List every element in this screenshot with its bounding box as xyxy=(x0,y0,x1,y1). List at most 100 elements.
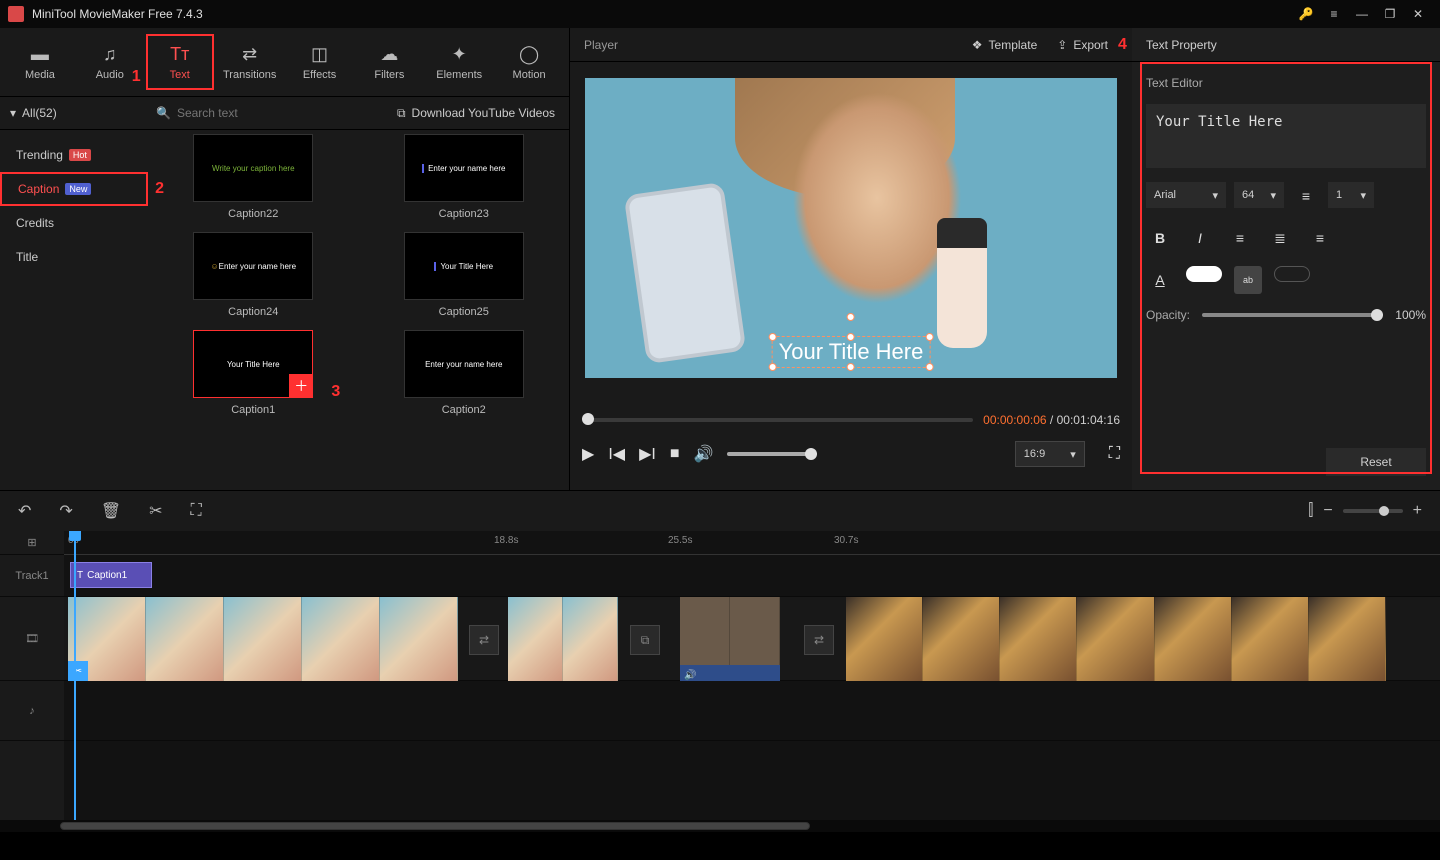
video-clip-3[interactable]: 🔊 xyxy=(680,597,780,681)
chevron-down-icon: ▾ xyxy=(1360,189,1366,202)
zoom-out-button[interactable]: − xyxy=(1323,502,1332,520)
highlight-color-swatch[interactable] xyxy=(1274,266,1310,282)
video-clip-1[interactable]: ✂ xyxy=(68,597,458,681)
transition-slot-3[interactable]: ⇄ xyxy=(804,625,834,655)
seek-slider[interactable] xyxy=(582,418,973,422)
tab-transitions[interactable]: ⇄Transitions xyxy=(216,34,284,90)
line-height-dropdown[interactable]: 1▾ xyxy=(1328,182,1374,208)
italic-button[interactable]: I xyxy=(1186,224,1214,252)
transitions-icon: ⇄ xyxy=(242,44,257,65)
stop-button[interactable]: ■ xyxy=(670,445,680,463)
opacity-slider[interactable] xyxy=(1202,313,1383,317)
highlight-button[interactable]: ab xyxy=(1234,266,1262,294)
close-button[interactable]: ✕ xyxy=(1404,0,1432,28)
thumb-caption23[interactable]: Enter your name hereCaption23 xyxy=(379,134,550,220)
transition-slot-2[interactable]: ⧉ xyxy=(630,625,660,655)
chevron-down-icon: ▾ xyxy=(1070,448,1076,461)
download-youtube-link[interactable]: ⧉Download YouTube Videos xyxy=(383,106,569,121)
maximize-button[interactable]: ❐ xyxy=(1376,0,1404,28)
thumb-caption24[interactable]: ☺ Enter your name hereCaption24 xyxy=(168,232,339,318)
play-button[interactable]: ▶ xyxy=(582,444,594,464)
video-clip-2[interactable] xyxy=(508,597,618,681)
text-editor-label: Text Editor xyxy=(1146,76,1426,90)
transition-slot-1[interactable]: ⇄ xyxy=(469,625,499,655)
audio-badge-icon: 🔊 xyxy=(684,670,696,681)
template-button[interactable]: ❖Template xyxy=(962,38,1047,52)
redo-button[interactable]: ↷ xyxy=(59,501,72,521)
category-trending[interactable]: TrendingHot xyxy=(0,138,148,172)
text-input[interactable]: Your Title Here xyxy=(1146,104,1426,168)
align-right-button[interactable]: ≡ xyxy=(1306,224,1334,252)
fit-zoom-button[interactable]: ⫿ xyxy=(1308,502,1313,520)
caption-clip[interactable]: TCaption1 xyxy=(70,562,152,588)
category-credits[interactable]: Credits xyxy=(0,206,148,240)
category-caption[interactable]: CaptionNew2 xyxy=(0,172,148,206)
next-frame-button[interactable]: ▶I xyxy=(639,444,656,464)
volume-icon[interactable]: 🔊 xyxy=(693,444,713,464)
fullscreen-button[interactable]: ⛶ xyxy=(1109,445,1120,463)
font-dropdown[interactable]: Arial▾ xyxy=(1146,182,1226,208)
undo-button[interactable]: ↶ xyxy=(18,501,31,521)
annotation-3: 3 xyxy=(331,383,340,401)
video-track-icon: 🎞 xyxy=(0,597,64,681)
thumb-caption25[interactable]: Your Title HereCaption25 xyxy=(379,232,550,318)
audio-track-icon: ♪ xyxy=(0,681,64,741)
video-clip-4[interactable] xyxy=(846,597,1386,681)
export-button[interactable]: ⇪Export xyxy=(1047,38,1118,52)
tab-filters[interactable]: ☁Filters xyxy=(355,34,423,90)
add-caption-button[interactable]: ＋ xyxy=(289,374,313,398)
tab-text[interactable]: 1TᴛText xyxy=(146,34,214,90)
split-badge-icon: ✂ xyxy=(68,661,88,681)
thumb-caption1[interactable]: Your Title Here ＋ 3 Caption1 xyxy=(168,330,339,416)
prev-frame-button[interactable]: I◀ xyxy=(608,444,625,464)
tab-motion[interactable]: ◯Motion xyxy=(495,34,563,90)
audio-track[interactable] xyxy=(64,681,1440,741)
tab-media[interactable]: ▬Media xyxy=(6,34,74,90)
text-overlay[interactable]: Your Title Here xyxy=(772,336,931,368)
zoom-in-button[interactable]: + xyxy=(1413,502,1422,520)
aspect-dropdown[interactable]: 16:9▾ xyxy=(1015,441,1085,467)
key-icon[interactable]: 🔑 xyxy=(1292,0,1320,28)
chevron-down-icon: ▾ xyxy=(1270,189,1276,202)
seek-thumb[interactable] xyxy=(582,413,594,425)
font-color-button[interactable]: A xyxy=(1146,266,1174,294)
align-center-button[interactable]: ≣ xyxy=(1266,224,1294,252)
playhead[interactable] xyxy=(74,531,76,820)
thumb-caption22[interactable]: Write your caption hereCaption22 xyxy=(168,134,339,220)
thumb-caption2[interactable]: Enter your name hereCaption2 xyxy=(379,330,550,416)
search-icon: 🔍 xyxy=(156,106,171,120)
split-button[interactable]: ✂ xyxy=(149,501,162,521)
window-title: MiniTool MovieMaker Free 7.4.3 xyxy=(32,7,1292,21)
font-size-dropdown[interactable]: 64▾ xyxy=(1234,182,1284,208)
text-clip-icon: T xyxy=(77,570,83,581)
search-input[interactable] xyxy=(177,106,375,120)
timeline-ruler[interactable]: 0s 18.8s 25.5s 30.7s xyxy=(64,531,1440,555)
link-icon: ⧉ xyxy=(397,106,406,121)
video-track[interactable]: ✂ ⇄ ⧉ 🔊 ⇄ xyxy=(64,597,1440,681)
menu-icon[interactable]: ≡ xyxy=(1320,0,1348,28)
text-track[interactable]: TCaption1 xyxy=(64,555,1440,597)
category-title[interactable]: Title xyxy=(0,240,148,274)
app-logo xyxy=(8,6,24,22)
bold-button[interactable]: B xyxy=(1146,224,1174,252)
reset-button[interactable]: Reset xyxy=(1326,448,1426,476)
delete-button[interactable]: 🗑 xyxy=(101,501,121,521)
crop-button[interactable]: ⛶ xyxy=(191,502,202,520)
layers-icon: ❖ xyxy=(972,38,983,52)
zoom-slider[interactable] xyxy=(1343,509,1403,513)
tab-effects[interactable]: ◫Effects xyxy=(286,34,354,90)
add-track-button[interactable]: ⊞ xyxy=(0,531,64,555)
video-preview[interactable]: Your Title Here xyxy=(585,78,1117,378)
timeline-scrollbar[interactable] xyxy=(0,820,1440,832)
tab-elements[interactable]: ✦Elements xyxy=(425,34,493,90)
search-wrap: 🔍 xyxy=(148,106,383,120)
text-color-swatch[interactable] xyxy=(1186,266,1222,282)
chevron-down-icon: ▾ xyxy=(1212,189,1218,202)
property-header: 4Text Property xyxy=(1132,28,1440,62)
line-height-icon: ≡ xyxy=(1292,182,1320,210)
annotation-1: 1 xyxy=(132,68,141,86)
volume-slider[interactable] xyxy=(727,452,817,456)
minimize-button[interactable]: — xyxy=(1348,0,1376,28)
filter-dropdown[interactable]: ▾All(52) xyxy=(0,106,148,120)
align-left-button[interactable]: ≡ xyxy=(1226,224,1254,252)
